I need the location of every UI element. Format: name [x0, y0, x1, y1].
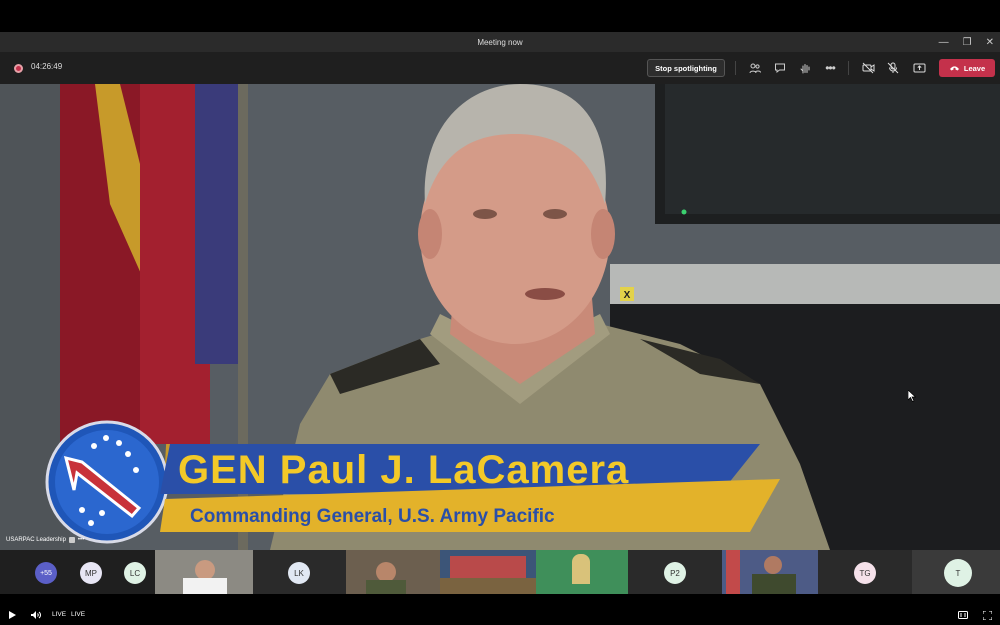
raise-hand-icon[interactable] [797, 60, 813, 76]
participant-tile[interactable]: LK [253, 550, 346, 594]
camera-off-icon[interactable] [860, 60, 876, 76]
play-icon[interactable] [9, 611, 16, 621]
toolbar-divider [735, 61, 736, 75]
meeting-toolbar: 04:26:49 Stop spotlighting ••• Leave [0, 52, 1000, 84]
toolbar-divider [848, 61, 849, 75]
participant-tile[interactable]: T [912, 550, 1000, 594]
restore-icon[interactable]: ❐ [963, 37, 972, 48]
close-icon[interactable]: ✕ [986, 37, 994, 48]
fullscreen-icon[interactable] [982, 610, 993, 622]
participant-tile[interactable]: P2 [628, 550, 722, 594]
window-title: Meeting now [477, 37, 523, 47]
hang-up-icon [949, 66, 959, 71]
participant-name: USARPAC Leadership [6, 537, 66, 543]
player-controls: LIVE LIVE [0, 606, 1000, 625]
meeting-timer: 04:26:49 [31, 62, 63, 71]
volume-icon[interactable] [31, 611, 41, 621]
live-label: LIVE [71, 611, 86, 618]
captions-icon[interactable] [958, 611, 968, 621]
participant-video-tile[interactable] [722, 550, 818, 594]
recording-icon [14, 64, 23, 73]
window-title-bar: Meeting now — ❐ ✕ [0, 32, 1000, 52]
participant-video-tile[interactable] [346, 550, 440, 594]
minimize-icon[interactable]: — [939, 37, 949, 48]
more-participants-badge[interactable]: +55 [35, 562, 57, 584]
spotlight-pin-icon [68, 537, 75, 543]
letterbox-top [0, 0, 1000, 32]
participant-video-tile[interactable] [155, 550, 253, 594]
speaker-name-banner: GEN Paul J. LaCamera [178, 448, 630, 492]
usarpac-logo-icon [45, 420, 169, 544]
spotlight-tile-label: USARPAC Leadership ••• [6, 537, 84, 543]
leave-label: Leave [963, 63, 986, 73]
participant-avatar: TG [854, 562, 876, 584]
mic-off-icon[interactable] [885, 60, 901, 76]
participant-tile[interactable]: TG [818, 550, 912, 594]
live-indicator: LIVE [52, 611, 67, 618]
share-screen-icon[interactable] [911, 60, 927, 76]
participant-video-tile[interactable] [440, 550, 536, 594]
stop-spotlighting-button[interactable]: Stop spotlighting [647, 59, 725, 77]
chat-icon[interactable] [772, 60, 788, 76]
participant-strip: +55 MP LC LK P2 TG T [0, 550, 1000, 594]
participant-avatar[interactable]: MP [80, 562, 102, 584]
spotlight-video: X GEN Paul J. LaCamera Commanding Genera… [0, 84, 1000, 550]
participant-avatar: P2 [664, 562, 686, 584]
participant-avatar[interactable]: LC [124, 562, 146, 584]
speaker-title-banner: Commanding General, U.S. Army Pacific [190, 506, 555, 527]
participant-avatar: T [944, 559, 972, 587]
participant-video-tile[interactable] [536, 550, 628, 594]
more-options-icon[interactable]: ••• [78, 537, 84, 543]
participants-icon[interactable] [747, 60, 763, 76]
flag-tag: X [624, 290, 631, 301]
more-options-icon[interactable]: ••• [822, 60, 838, 76]
leave-button[interactable]: Leave [939, 59, 995, 77]
mouse-cursor-icon [908, 390, 916, 402]
participant-avatar: LK [288, 562, 310, 584]
